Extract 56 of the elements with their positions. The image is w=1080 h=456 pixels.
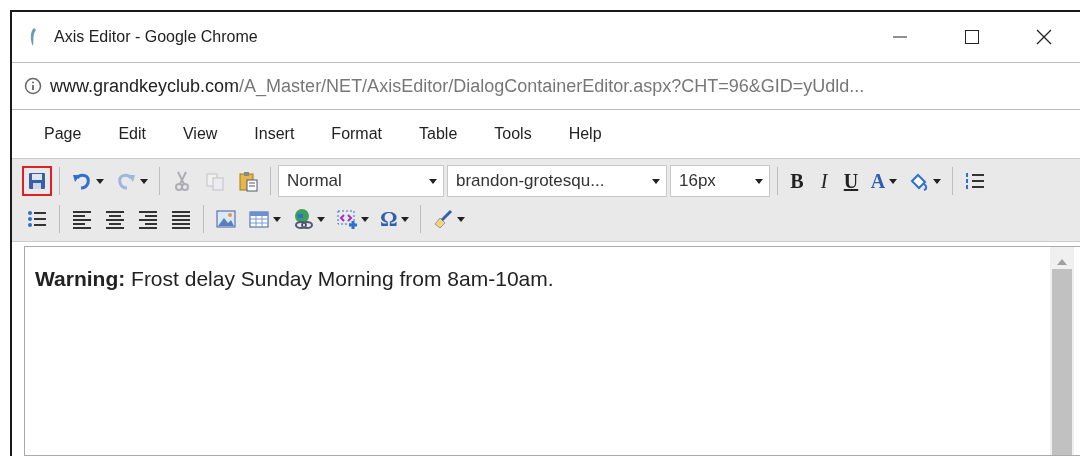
window-title: Axis Editor - Google Chrome [54, 28, 259, 46]
dropdown[interactable]: brandon-grotesqu... [447, 165, 667, 197]
url-path[interactable]: /A_Master/NET/AxisEditor/DialogContainerEditor.aspx?CHT=96&GID=yUdld... [239, 75, 865, 97]
menu-item[interactable]: Insert [242, 119, 307, 149]
caret-icon [652, 178, 660, 184]
clipboard-icon [237, 170, 259, 192]
menu-item[interactable]: View [170, 119, 230, 149]
menu-item[interactable]: Page [32, 119, 94, 149]
align-center-icon [104, 208, 126, 230]
dropdown-value: 16px [679, 171, 716, 191]
table-icon [248, 208, 270, 230]
menu-item[interactable]: Help [556, 119, 614, 149]
url-host[interactable]: www.grandkeyclub.com [50, 75, 240, 97]
info-icon [24, 77, 42, 95]
dropdown[interactable]: Normal [278, 165, 444, 197]
menu-item[interactable]: Edit [106, 119, 158, 149]
image-icon [215, 208, 237, 230]
bulleted-list-icon [26, 208, 48, 230]
caret-icon [140, 178, 148, 184]
caret-icon [317, 216, 325, 222]
toolbar-button[interactable]: A [866, 165, 901, 197]
scrollbar[interactable] [1050, 247, 1074, 455]
globe-link-icon [292, 208, 314, 230]
caret-icon [400, 216, 409, 222]
maximize-icon [964, 29, 980, 45]
align-right-icon [137, 208, 159, 230]
toolbar-button[interactable]: I [812, 165, 836, 197]
toolbar-button[interactable]: Ω [376, 202, 413, 236]
caret-icon [933, 178, 941, 184]
editor-text: Warning: Frost delay Sunday Morning from 8am-10am. [34, 266, 555, 292]
numbered-list-icon [964, 170, 986, 192]
caret-icon [96, 178, 104, 184]
menu-item[interactable]: Table [407, 119, 470, 149]
dropdown-value: Normal [287, 171, 342, 191]
align-left-icon [71, 208, 93, 230]
menu-item[interactable]: Format [319, 119, 395, 149]
toolbar-button[interactable]: U [839, 165, 863, 197]
toolbar-button[interactable]: B [785, 165, 809, 197]
caret-icon [755, 178, 763, 184]
toolbar-button[interactable] [22, 166, 52, 196]
caret-icon [456, 216, 465, 222]
scroll-up-icon [1057, 259, 1067, 265]
caret-icon [361, 216, 369, 222]
caret-icon [889, 178, 897, 184]
close-icon [1036, 29, 1052, 45]
app-icon [28, 27, 38, 47]
dropdown[interactable]: 16px [670, 165, 770, 197]
menu-item[interactable]: Tools [482, 119, 544, 149]
save-icon [26, 170, 48, 192]
caret-icon [429, 178, 437, 184]
minimize-icon [892, 36, 908, 38]
copy-icon [204, 170, 226, 192]
dropdown-value: brandon-grotesqu... [456, 171, 605, 191]
template-icon [336, 208, 358, 230]
caret-icon [273, 216, 281, 222]
justify-icon [170, 208, 192, 230]
